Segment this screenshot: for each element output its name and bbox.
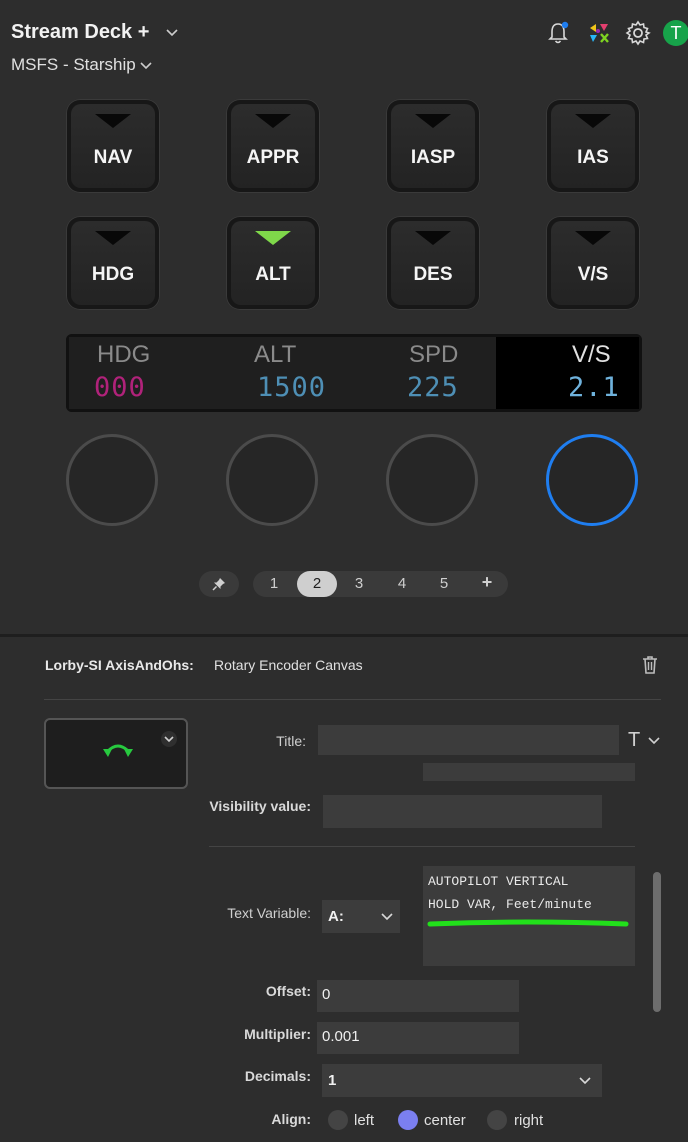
device-title[interactable]: Stream Deck + xyxy=(11,21,149,44)
align-center-radio[interactable] xyxy=(398,1110,418,1130)
indicator-triangle-icon xyxy=(255,231,291,245)
lcd-segment-vs[interactable]: V/S 2.1 xyxy=(496,337,639,409)
divider xyxy=(44,699,661,700)
title-label: Title: xyxy=(276,733,306,749)
text-variable-label: Text Variable: xyxy=(227,905,311,921)
chevron-down-icon[interactable] xyxy=(139,58,153,72)
chevron-down-icon[interactable] xyxy=(160,730,178,748)
rotate-arrows-icon xyxy=(103,744,133,757)
lcd-segment-spd[interactable]: SPD 225 xyxy=(353,337,496,409)
key-label: APPR xyxy=(246,147,300,168)
plugin-name: Lorby-SI AxisAndOhs: xyxy=(45,657,194,673)
key-label: IAS xyxy=(577,147,609,168)
lcd-value: 225 xyxy=(407,372,459,403)
indicator-triangle-icon xyxy=(575,114,611,128)
page-4[interactable]: 4 xyxy=(382,575,422,592)
visibility-input[interactable] xyxy=(323,795,602,828)
chevron-down-icon[interactable] xyxy=(165,25,179,39)
key-alt[interactable]: ALT xyxy=(226,216,320,310)
multiplier-input[interactable]: 0.001 xyxy=(317,1022,519,1054)
decimals-select[interactable]: 1 xyxy=(322,1064,602,1097)
indicator-triangle-icon xyxy=(415,231,451,245)
chevron-down-icon[interactable] xyxy=(647,735,661,747)
variable-type-select[interactable]: A: xyxy=(322,900,400,933)
lcd-value: 000 xyxy=(94,372,146,403)
dial-1[interactable] xyxy=(66,434,158,526)
indicator-triangle-icon xyxy=(255,114,291,128)
key-label: DES xyxy=(413,264,453,285)
gear-icon[interactable] xyxy=(625,20,651,46)
bell-icon[interactable] xyxy=(545,20,571,46)
lcd-segment-hdg[interactable]: HDG 000 xyxy=(69,337,209,409)
dial-2[interactable] xyxy=(226,434,318,526)
offset-input[interactable]: 0 xyxy=(317,980,519,1012)
lcd-heading: SPD xyxy=(409,341,459,368)
align-right-radio[interactable] xyxy=(487,1110,507,1130)
align-left-label[interactable]: left xyxy=(354,1112,374,1129)
touch-strip[interactable]: HDG 000 ALT 1500 SPD 225 V/S 2.1 xyxy=(66,334,642,412)
page-3[interactable]: 3 xyxy=(339,575,379,592)
indicator-triangle-icon xyxy=(575,231,611,245)
action-preview[interactable] xyxy=(44,718,188,789)
variable-line-1: AUTOPILOT VERTICAL xyxy=(428,874,569,889)
key-nav[interactable]: NAV xyxy=(66,99,160,193)
align-label: Align: xyxy=(271,1111,311,1127)
indicator-triangle-icon xyxy=(95,114,131,128)
key-hdg[interactable]: HDG xyxy=(66,216,160,310)
key-appr[interactable]: APPR xyxy=(226,99,320,193)
visibility-label: Visibility value: xyxy=(209,798,311,814)
key-ias[interactable]: IAS xyxy=(546,99,640,193)
lcd-heading: HDG xyxy=(97,341,151,368)
hidden-field[interactable] xyxy=(423,763,635,781)
chevron-down-icon xyxy=(579,1077,591,1085)
font-style-icon[interactable]: T xyxy=(628,729,640,752)
highlight-underline xyxy=(427,919,629,927)
page-5[interactable]: 5 xyxy=(424,575,464,592)
variable-textarea[interactable]: AUTOPILOT VERTICAL HOLD VAR, Feet/minute xyxy=(423,866,635,966)
offset-label: Offset: xyxy=(265,983,311,999)
pin-button[interactable] xyxy=(199,571,239,597)
divider xyxy=(0,634,688,637)
lcd-value: 2.1 xyxy=(568,372,620,403)
key-label: NAV xyxy=(93,147,133,168)
marketplace-icon[interactable] xyxy=(586,20,612,46)
lcd-segment-alt[interactable]: ALT 1500 xyxy=(209,337,353,409)
avatar[interactable]: T xyxy=(663,20,688,46)
align-right-label[interactable]: right xyxy=(514,1112,543,1129)
page-2[interactable]: 2 xyxy=(297,571,337,597)
multiplier-label: Multiplier: xyxy=(244,1026,311,1042)
page-1[interactable]: 1 xyxy=(254,575,294,592)
key-des[interactable]: DES xyxy=(386,216,480,310)
action-name: Rotary Encoder Canvas xyxy=(214,657,363,673)
trash-icon[interactable] xyxy=(641,655,659,675)
lcd-heading: ALT xyxy=(254,341,297,368)
dial-4[interactable] xyxy=(546,434,638,526)
chevron-down-icon xyxy=(381,913,393,921)
indicator-triangle-icon xyxy=(95,231,131,245)
key-iasp[interactable]: IASP xyxy=(386,99,480,193)
lcd-value: 1500 xyxy=(257,372,327,403)
decimals-label: Decimals: xyxy=(244,1068,311,1084)
key-vs[interactable]: V/S xyxy=(546,216,640,310)
profile-selector[interactable]: MSFS - Starship xyxy=(11,55,136,75)
indicator-triangle-icon xyxy=(415,114,451,128)
align-left-radio[interactable] xyxy=(328,1110,348,1130)
decimals-value: 1 xyxy=(328,1072,337,1089)
variable-type-value: A: xyxy=(328,908,344,925)
lcd-heading: V/S xyxy=(572,341,611,368)
pin-icon xyxy=(212,578,225,591)
key-label: IASP xyxy=(410,147,456,168)
key-label: ALT xyxy=(255,264,291,285)
dial-3[interactable] xyxy=(386,434,478,526)
divider xyxy=(209,846,635,847)
add-page-button[interactable]: + xyxy=(467,572,507,593)
scrollbar-thumb[interactable] xyxy=(653,872,661,1012)
align-center-label[interactable]: center xyxy=(424,1112,466,1129)
title-input[interactable] xyxy=(318,725,619,755)
key-label: V/S xyxy=(577,264,609,285)
variable-line-2: HOLD VAR, Feet/minute xyxy=(428,897,592,912)
key-label: HDG xyxy=(91,264,135,285)
